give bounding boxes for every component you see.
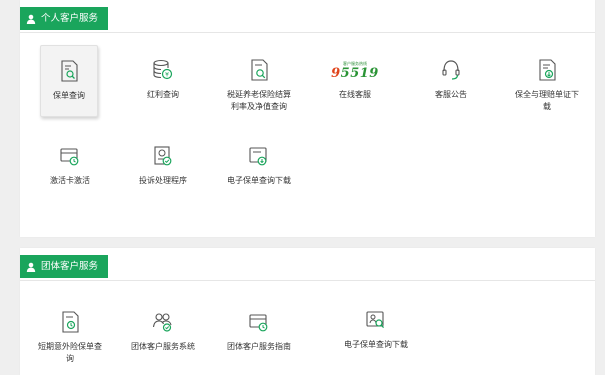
complaint-certificate-icon: [154, 146, 172, 166]
document-download-icon: [539, 59, 556, 81]
group-service-tab[interactable]: 团体客户服务: [20, 255, 109, 278]
tile-claim-docs-download[interactable]: 保全与理赔单证下载: [515, 45, 579, 115]
tile-tax-deferred-pension-label: 税延养老保险结算利率及净值查询: [227, 90, 291, 111]
document-magnifier-icon: [251, 59, 268, 81]
tile-policy-query-label: 保单查询: [53, 91, 85, 100]
tile-service-notice-label: 客服公告: [435, 90, 467, 99]
tile-short-term-policy-query[interactable]: 短期意外险保单查询: [38, 297, 102, 367]
personal-service-panel: 个人客户服务 保单查询 ¥ 红利查询 税延养老保险结算利率及净值查询 客户服务热…: [20, 0, 595, 237]
hotline-logo-number: 95519: [331, 66, 379, 81]
card-activate-icon: [60, 148, 79, 166]
coin-stack-icon: ¥: [153, 59, 173, 80]
policy-search-icon: [61, 60, 78, 82]
tile-group-service-system-label: 团体客户服务系统: [131, 342, 195, 351]
tile-dividend-query[interactable]: ¥ 红利查询: [133, 45, 193, 115]
e-policy-download-icon: [249, 147, 267, 166]
tile-online-service-label: 在线客服: [339, 90, 371, 99]
group-service-title: 团体客户服务: [41, 261, 99, 272]
tile-group-e-policy-download-label: 电子保单查询下载: [344, 340, 408, 349]
e-policy-search-icon: [366, 311, 385, 329]
tile-e-policy-download[interactable]: 电子保单查询下载: [227, 131, 291, 201]
user-icon: [26, 262, 36, 272]
tile-dividend-query-label: 红利查询: [147, 90, 179, 99]
headset-icon: [442, 60, 460, 80]
tile-policy-query[interactable]: 保单查询: [40, 45, 98, 117]
personal-service-tab[interactable]: 个人客户服务: [20, 7, 109, 30]
tile-card-activation-label: 激活卡激活: [50, 176, 90, 185]
tile-service-notice[interactable]: 客服公告: [421, 45, 481, 115]
hotline-logo: 客户服务热线 95519: [325, 61, 385, 87]
tile-claim-docs-download-label: 保全与理赔单证下载: [515, 90, 579, 111]
service-guide-icon: [249, 314, 268, 332]
personal-service-title: 个人客户服务: [41, 13, 99, 24]
group-service-panel: 团体客户服务 短期意外险保单查询 团体客户服务系统 团体客户服务指南 电子保单查…: [20, 248, 595, 375]
tile-online-service[interactable]: 客户服务热线 95519 在线客服: [325, 45, 385, 115]
user-icon: [26, 14, 36, 24]
group-people-icon: [152, 313, 172, 332]
group-service-header: 团体客户服务: [20, 248, 595, 281]
tile-group-service-guide[interactable]: 团体客户服务指南: [227, 297, 291, 367]
short-term-policy-icon: [62, 311, 79, 333]
tile-short-term-policy-query-label: 短期意外险保单查询: [38, 342, 102, 363]
tile-group-e-policy-download[interactable]: 电子保单查询下载: [344, 297, 408, 367]
tile-complaint-procedure-label: 投诉处理程序: [139, 176, 187, 185]
tile-e-policy-download-label: 电子保单查询下载: [227, 176, 291, 185]
personal-service-header: 个人客户服务: [20, 0, 595, 33]
tile-tax-deferred-pension[interactable]: 税延养老保险结算利率及净值查询: [227, 45, 291, 115]
tile-complaint-procedure[interactable]: 投诉处理程序: [133, 131, 193, 201]
svg-text:¥: ¥: [165, 72, 169, 79]
tile-group-service-guide-label: 团体客户服务指南: [227, 342, 291, 351]
tile-group-service-system[interactable]: 团体客户服务系统: [131, 297, 195, 367]
tile-card-activation[interactable]: 激活卡激活: [40, 131, 100, 201]
